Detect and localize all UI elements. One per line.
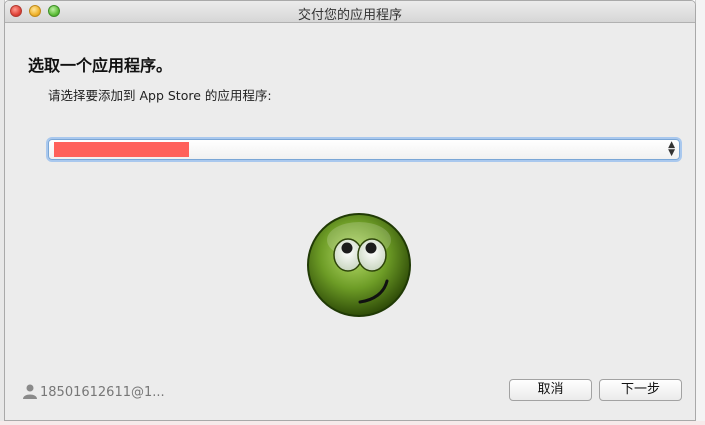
account-label: 18501612611@1... <box>23 384 165 400</box>
background-window-edge-bottom <box>0 421 705 425</box>
up-down-arrows-icon: ▲ ▼ <box>668 140 675 158</box>
page-heading: 选取一个应用程序。 <box>28 56 173 75</box>
selected-app-redacted <box>54 142 189 157</box>
background-window-edge-right <box>695 0 705 425</box>
account-id: 18501612611@1... <box>40 385 165 400</box>
window-title: 交付您的应用程序 <box>297 8 402 23</box>
user-icon <box>23 384 37 399</box>
cancel-button[interactable]: 取消 <box>509 379 592 401</box>
title-bar[interactable]: 交付您的应用程序 <box>5 1 695 23</box>
next-button[interactable]: 下一步 <box>599 379 682 401</box>
deliver-app-window: 交付您的应用程序 选取一个应用程序。 请选择要添加到 App Store 的应用… <box>4 0 696 421</box>
instruction-text: 请选择要添加到 App Store 的应用程序: <box>48 88 272 103</box>
app-select-popup[interactable]: ▲ ▼ <box>48 139 680 160</box>
smiley-face-icon <box>307 213 411 317</box>
